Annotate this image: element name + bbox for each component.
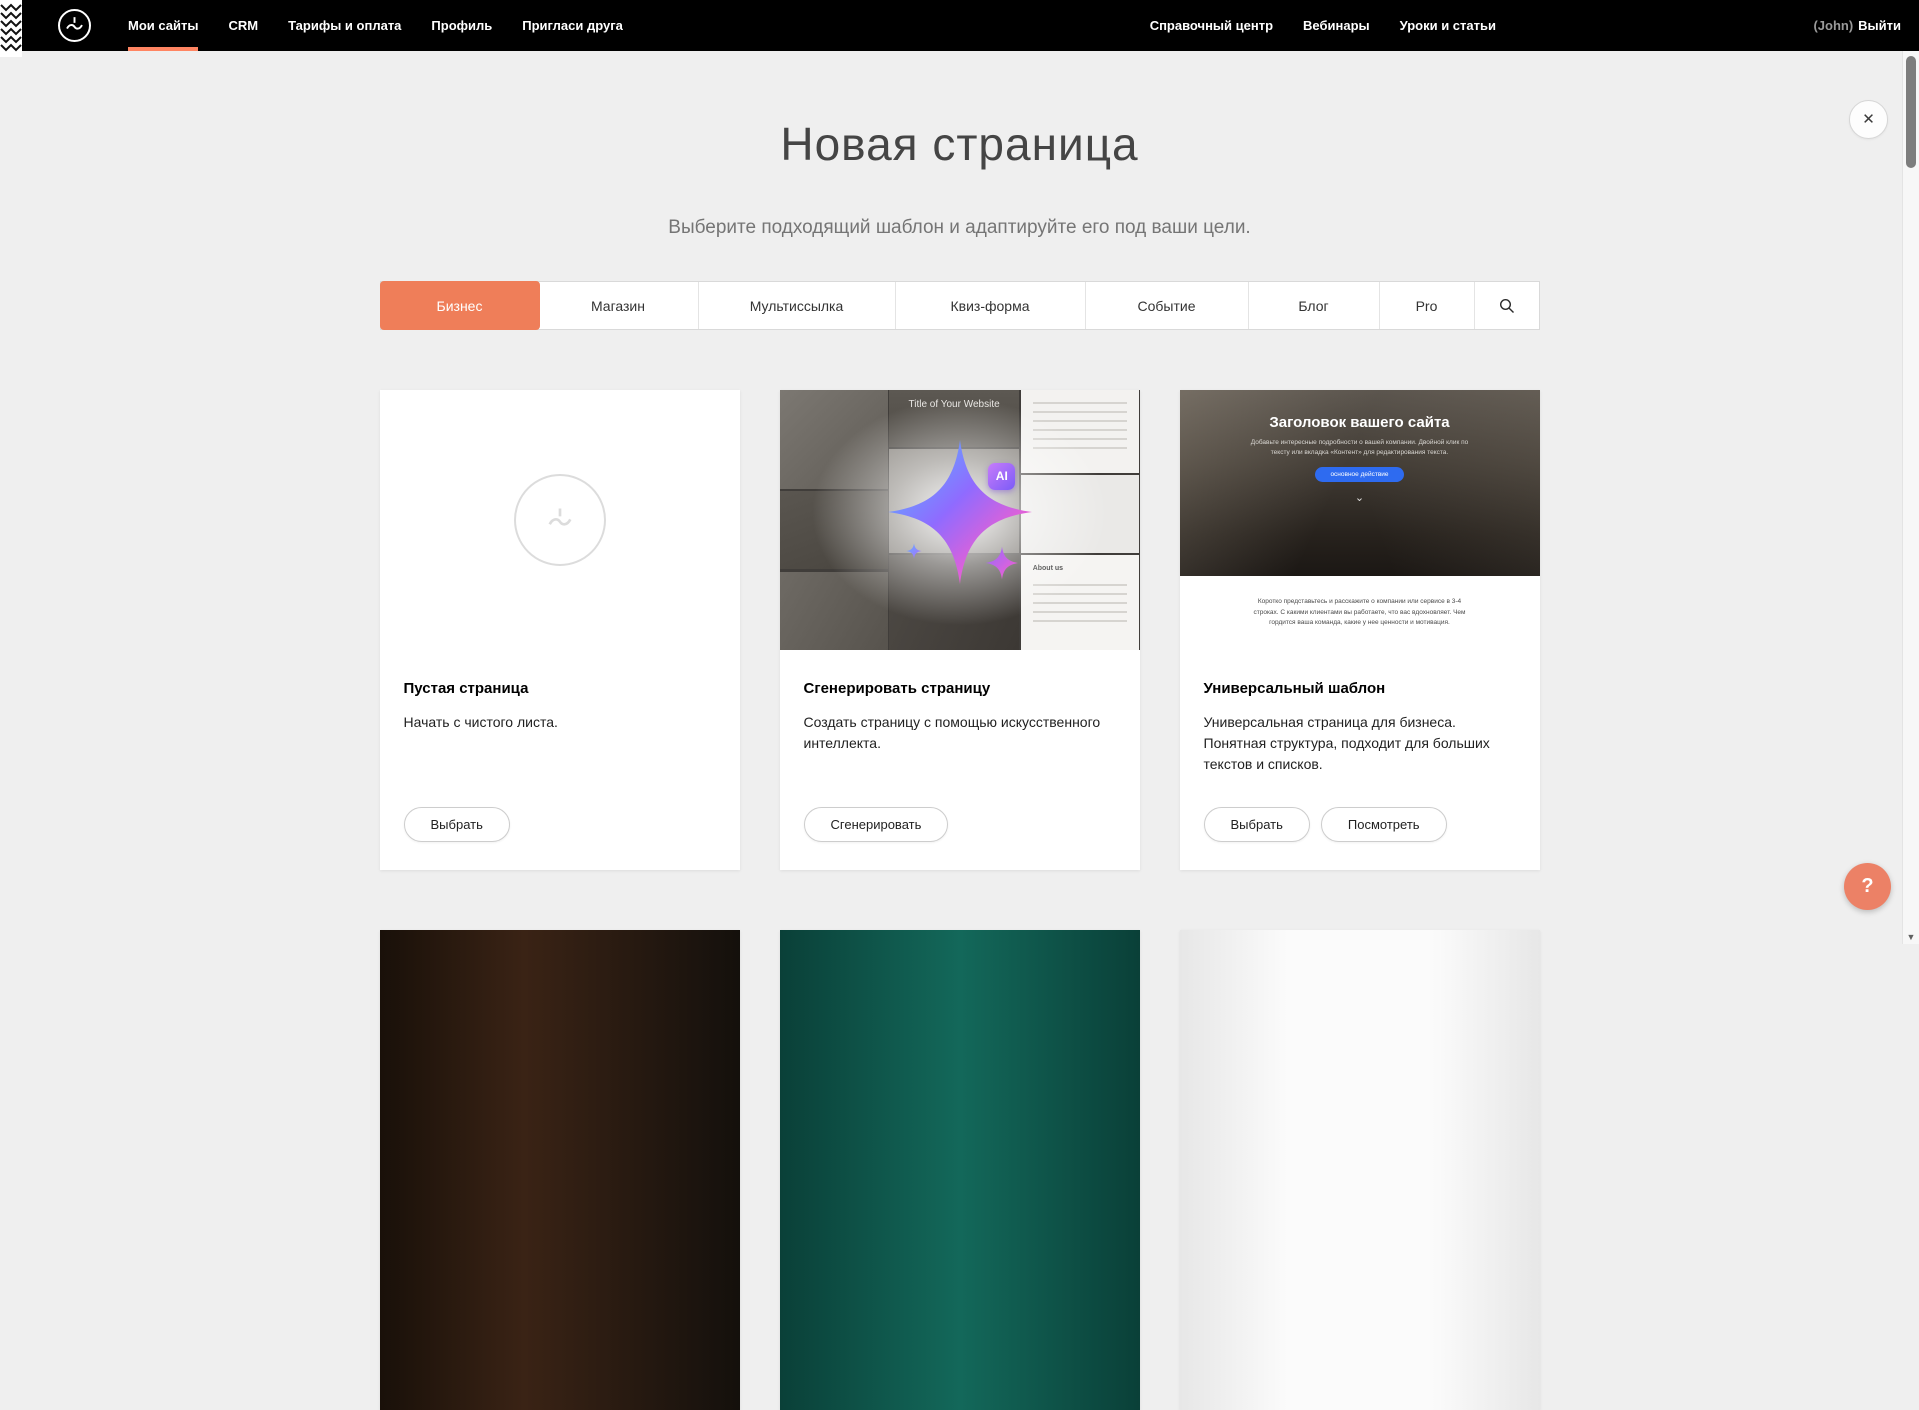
nav-invite-friend[interactable]: Пригласи друга [507,0,638,51]
tilda-logo[interactable] [58,9,91,42]
question-mark-icon: ? [1861,875,1873,898]
template-hero-title: Заголовок вашего сайта [1180,390,1540,431]
blank-page-preview [380,390,740,650]
template-hero: Заголовок вашего сайта Добавьте интересн… [1180,390,1540,576]
tab-blog[interactable]: Блог [1249,282,1380,329]
tab-pro[interactable]: Pro [1380,282,1475,329]
tab-search[interactable] [1475,282,1539,329]
zigzag-decoration [0,0,22,57]
card-template-partial[interactable] [780,930,1140,1410]
ai-preview[interactable]: About us Title of Your Website [780,390,1140,650]
secondary-nav: Справочный центр Вебинары Уроки и статьи [1135,0,1511,51]
ai-badge: AI [988,463,1015,490]
nav-profile[interactable]: Профиль [416,0,507,51]
scrollbar[interactable]: ▼ [1902,51,1919,944]
card-title: Пустая страница [404,680,716,697]
tilda-watermark-icon [514,474,606,566]
card-title: Сгенерировать страницу [804,680,1116,697]
close-icon: ✕ [1862,112,1875,127]
card-actions: Сгенерировать [804,807,1116,842]
help-button[interactable]: ? [1844,863,1891,910]
ai-sparkle-tiny-icon [906,543,922,559]
view-button[interactable]: Посмотреть [1321,807,1447,842]
page-title: Новая страница [0,51,1919,171]
logout-link[interactable]: Выйти [1858,18,1901,33]
ai-sparkle-small-icon [985,546,1019,580]
template-hero-subtitle: Добавьте интересные подробности о вашей … [1241,438,1479,458]
tilda-logo-icon [60,11,89,40]
search-icon [1499,298,1515,314]
scroll-down-arrow[interactable]: ▼ [1903,932,1919,942]
template-cards-grid-row2 [380,930,1540,1410]
tab-store[interactable]: Магазин [539,282,699,329]
close-button[interactable]: ✕ [1849,100,1888,139]
page-subtitle: Выберите подходящий шаблон и адаптируйте… [0,217,1919,239]
template-cards-grid: Пустая страница Начать с чистого листа. … [380,390,1540,870]
card-template-partial[interactable] [380,930,740,1410]
tab-event[interactable]: Событие [1086,282,1249,329]
generate-button[interactable]: Сгенерировать [804,807,949,842]
card-body: Универсальный шаблон Универсальная стран… [1180,650,1540,870]
template-preview[interactable]: Заголовок вашего сайта Добавьте интересн… [1180,390,1540,650]
card-description: Универсальная страница для бизнеса. Поня… [1204,712,1516,775]
card-universal-template: Заголовок вашего сайта Добавьте интересн… [1180,390,1540,870]
topbar: Мои сайты CRM Тарифы и оплата Профиль Пр… [0,0,1919,51]
tilda-watermark-glyph [540,500,580,540]
card-title: Универсальный шаблон [1204,680,1516,697]
card-template-partial[interactable] [1180,930,1540,1410]
choose-button[interactable]: Выбрать [1204,807,1310,842]
nav-webinars[interactable]: Вебинары [1288,0,1385,51]
card-ai-generate: About us Title of Your Website [780,390,1140,870]
template-category-tabs: Бизнес Магазин Мультиссылка Квиз-форма С… [380,281,1540,330]
card-body: Пустая страница Начать с чистого листа. … [380,650,740,870]
card-description: Начать с чистого листа. [404,712,716,733]
tab-quiz-form[interactable]: Квиз-форма [896,282,1086,329]
nav-pricing[interactable]: Тарифы и оплата [273,0,416,51]
chevron-down-icon: ⌄ [1180,491,1540,504]
template-hero-button: основное действие [1315,467,1403,482]
nav-lessons[interactable]: Уроки и статьи [1385,0,1511,51]
choose-button[interactable]: Выбрать [404,807,510,842]
user-name: (John) [1813,18,1853,33]
tab-business[interactable]: Бизнес [381,282,539,329]
nav-my-sites[interactable]: Мои сайты [113,0,213,51]
zigzag-pattern [0,0,22,57]
card-body: Сгенерировать страницу Создать страницу … [780,650,1140,870]
card-description: Создать страницу с помощью искусственног… [804,712,1116,754]
template-body: Коротко представьтесь и расскажите о ком… [1180,576,1540,650]
nav-help-center[interactable]: Справочный центр [1135,0,1288,51]
template-body-text: Коротко представьтесь и расскажите о ком… [1248,597,1471,628]
scrollbar-thumb[interactable] [1906,56,1916,168]
nav-crm[interactable]: CRM [213,0,273,51]
card-actions: Выбрать Посмотреть [1204,807,1516,842]
tab-multilink[interactable]: Мультиссылка [699,282,896,329]
main-nav: Мои сайты CRM Тарифы и оплата Профиль Пр… [113,0,638,51]
card-blank-page: Пустая страница Начать с чистого листа. … [380,390,740,870]
user-block: (John) Выйти [1813,0,1901,51]
card-actions: Выбрать [404,807,716,842]
